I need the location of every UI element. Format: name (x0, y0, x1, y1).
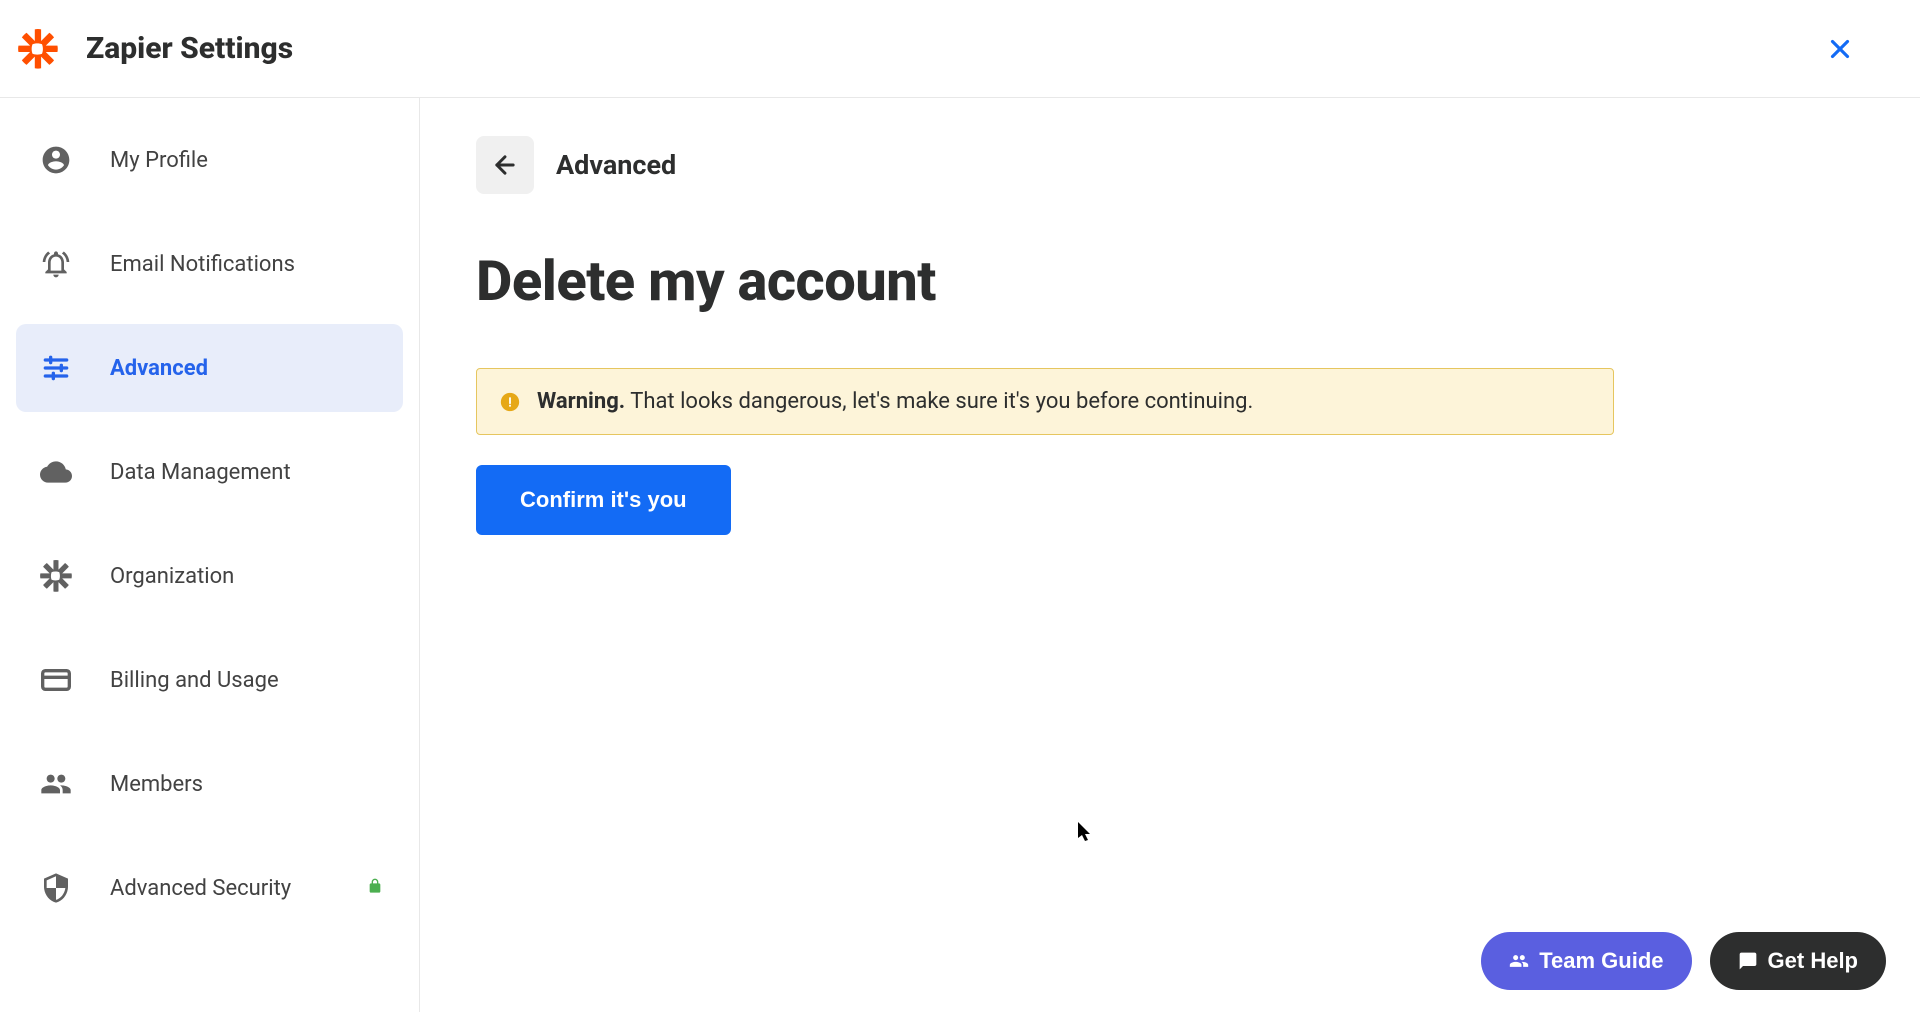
chat-icon (1738, 951, 1758, 971)
sidebar-item-data-management[interactable]: Data Management (16, 428, 403, 516)
back-button[interactable] (476, 136, 534, 194)
team-guide-label: Team Guide (1539, 948, 1663, 974)
close-button[interactable] (1820, 29, 1860, 69)
sidebar-item-label: Advanced (110, 356, 208, 381)
people-icon (1509, 951, 1529, 971)
header-left: Zapier Settings (18, 29, 293, 69)
sidebar-item-my-profile[interactable]: My Profile (16, 116, 403, 204)
arrow-left-icon (491, 151, 519, 179)
breadcrumb: Advanced (476, 136, 1864, 194)
credit-card-icon (36, 660, 76, 700)
warning-alert: Warning. That looks dangerous, let's mak… (476, 368, 1614, 435)
zapier-logo-icon (18, 29, 58, 69)
content: My Profile Email Notifications Advanced … (0, 98, 1920, 1012)
get-help-label: Get Help (1768, 948, 1858, 974)
sidebar-item-label: Organization (110, 564, 234, 589)
sidebar-item-label: Data Management (110, 460, 291, 485)
sidebar-item-label: My Profile (110, 148, 208, 173)
page-title: Zapier Settings (86, 31, 293, 66)
asterisk-icon (36, 556, 76, 596)
header: Zapier Settings (0, 0, 1920, 98)
sidebar-item-label: Members (110, 772, 203, 797)
main: Advanced Delete my account Warning. That… (420, 98, 1920, 1012)
sidebar-item-billing[interactable]: Billing and Usage (16, 636, 403, 724)
close-icon (1825, 34, 1855, 64)
confirm-button[interactable]: Confirm it's you (476, 465, 731, 535)
warning-text: Warning. That looks dangerous, let's mak… (537, 389, 1253, 414)
people-icon (36, 764, 76, 804)
lock-badge-icon (367, 877, 383, 899)
cloud-icon (36, 452, 76, 492)
warning-message: That looks dangerous, let's make sure it… (625, 389, 1253, 414)
shield-icon (36, 868, 76, 908)
sliders-icon (36, 348, 76, 388)
person-icon (36, 140, 76, 180)
floating-buttons: Team Guide Get Help (1481, 932, 1886, 990)
sidebar-item-label: Billing and Usage (110, 668, 279, 693)
sidebar-item-label: Advanced Security (110, 876, 291, 901)
sidebar: My Profile Email Notifications Advanced … (0, 98, 420, 1012)
warning-icon (499, 391, 521, 413)
sidebar-item-advanced[interactable]: Advanced (16, 324, 403, 412)
get-help-button[interactable]: Get Help (1710, 932, 1886, 990)
sidebar-item-label: Email Notifications (110, 252, 295, 277)
sidebar-item-email-notifications[interactable]: Email Notifications (16, 220, 403, 308)
sidebar-item-advanced-security[interactable]: Advanced Security (16, 844, 403, 932)
bell-icon (36, 244, 76, 284)
sidebar-item-organization[interactable]: Organization (16, 532, 403, 620)
page-heading: Delete my account (476, 248, 1864, 314)
sidebar-item-members[interactable]: Members (16, 740, 403, 828)
team-guide-button[interactable]: Team Guide (1481, 932, 1691, 990)
breadcrumb-title: Advanced (556, 149, 676, 181)
warning-prefix: Warning. (537, 389, 625, 414)
